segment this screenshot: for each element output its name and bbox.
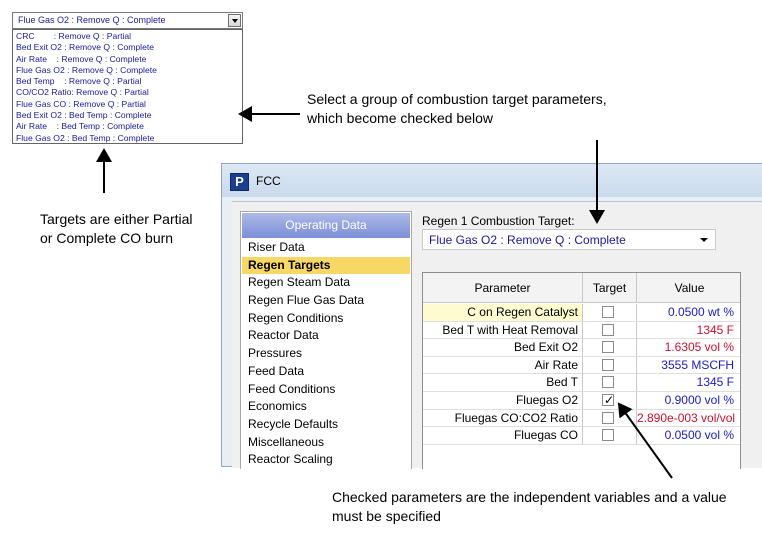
- annotation-arrows: [96, 106, 673, 479]
- arrow-to-checked-box: [617, 402, 673, 479]
